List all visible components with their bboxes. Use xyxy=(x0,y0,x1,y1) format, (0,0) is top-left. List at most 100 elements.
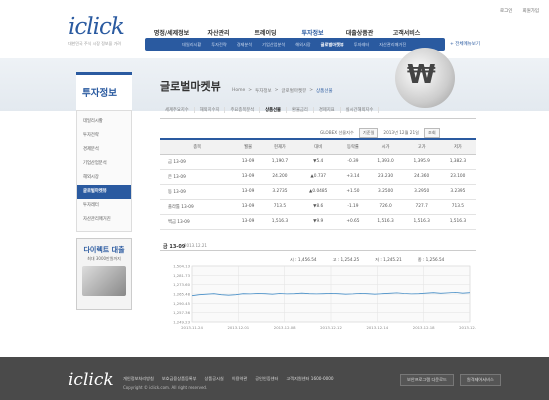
breadcrumb-item[interactable]: Home xyxy=(232,88,245,94)
row-high: 727.7 xyxy=(403,199,440,215)
login-link[interactable]: 로그인 xyxy=(500,8,512,14)
row-low: 3.2395 xyxy=(439,184,476,200)
lnb-item[interactable]: 기업산업분석 xyxy=(257,42,290,48)
footer-copyright: Copyright © iclick.com. All right reserv… xyxy=(123,385,208,390)
sidebar-title: 투자정보 xyxy=(76,72,132,110)
table-row[interactable]: 동 13-09 13-09 3.2735 ▲0.0485 +1.50 3.2500 3.29… xyxy=(160,184,476,200)
lnb-item[interactable]: 해외시장 xyxy=(290,42,315,48)
lnb-item[interactable]: 자산관리매거진 xyxy=(374,42,411,48)
row-change: ▼9.9 xyxy=(298,214,339,230)
sidebar-item[interactable]: 경제분석 xyxy=(77,143,131,157)
sidebar-item[interactable]: 글로벌마켓뷰 xyxy=(77,185,131,199)
row-high: 1,516.3 xyxy=(403,214,440,230)
lnb-item[interactable]: 투자전략 xyxy=(206,42,231,48)
column-header: 등락률 xyxy=(338,138,368,155)
row-low: 1,516.3 xyxy=(439,214,476,230)
footer-link[interactable]: 개인정보처리방침 xyxy=(123,376,154,382)
gnb-item[interactable]: 명정/세제정보 xyxy=(148,28,195,37)
gnb-item[interactable]: 대출상품관 xyxy=(336,28,383,37)
tab[interactable]: 해외지수지 xyxy=(195,107,226,113)
sidebar: 투자정보 데일리시황 투자전략 경제분석 기업산업분석 해외시장 글로벌마켓뷰 투자레터 자산… xyxy=(76,72,132,310)
table-row[interactable]: 백금 13-09 13-09 1,516.3 ▼9.9 +0.65 1,516.3 1,51… xyxy=(160,214,476,230)
footer-link[interactable]: 고객지원센터 1600-0000 xyxy=(286,376,333,382)
breadcrumb-item[interactable]: 투자정보 xyxy=(255,88,272,94)
row-month: 13-09 xyxy=(234,214,262,230)
date-value: 2013년 12월 21일 xyxy=(383,130,419,135)
y-tick-label: 1,281.73 xyxy=(173,273,190,278)
column-header: 시가 xyxy=(367,138,404,155)
loan-banner[interactable]: 다이렉트 대출 최대 3000만원까지 xyxy=(76,238,132,310)
row-month: 13-09 xyxy=(234,169,262,185)
breadcrumb-item[interactable]: 상품선물 xyxy=(316,88,333,94)
banner-subtitle: 최대 3000만원까지 xyxy=(87,256,121,261)
gnb-item[interactable]: 고객서비스 xyxy=(383,28,430,37)
tab[interactable]: 세계주요지수 xyxy=(160,107,195,113)
sidebar-item[interactable]: 해외시장 xyxy=(77,171,131,185)
y-tick-label: 1,265.48 xyxy=(173,292,190,297)
sidebar-item[interactable]: 투자전략 xyxy=(77,129,131,143)
tab[interactable]: 환율금리 xyxy=(287,107,314,113)
page-title: 글로벌마켓뷰 xyxy=(160,80,221,93)
row-month: 13-09 xyxy=(234,154,262,170)
content-tabs: 세계주요지수 해외지수지 주요종목분석 상품선물 환율금리 경제지표 실시간해외지수 xyxy=(160,107,380,113)
breadcrumb-item[interactable]: 글로벌마켓뷰 xyxy=(281,88,306,94)
row-rate: +1.50 xyxy=(338,184,368,200)
search-button[interactable]: 조회 xyxy=(423,128,440,138)
gnb-item[interactable]: 투자정보 xyxy=(289,28,336,37)
sidebar-item[interactable]: 기업산업분석 xyxy=(77,157,131,171)
row-name: 금 13-09 xyxy=(160,154,235,170)
lnb-item[interactable]: 경제분석 xyxy=(232,42,257,48)
breadcrumb: Home > 투자정보 > 글로벌마켓뷰 > 상품선물 xyxy=(232,88,333,94)
gnb-item[interactable]: 자산관리 xyxy=(195,28,242,37)
footer-link[interactable]: 공인인증센터 xyxy=(255,376,278,382)
x-tick-label: 2013.12.14 xyxy=(366,325,388,330)
table-row[interactable]: 금 13-09 13-09 1,190.7 ▼5.4 -0.39 1,393.0 1,395… xyxy=(160,154,476,170)
tab[interactable]: 상품선물 xyxy=(260,107,288,113)
source-label: GLOBEX 선물지수 xyxy=(320,130,354,135)
lnb-item[interactable]: 투자레터 xyxy=(349,42,374,48)
chart-date: 2013.12.21 xyxy=(184,243,207,248)
gnb-item[interactable]: 트레이딩 xyxy=(242,28,289,37)
table-row[interactable]: 은 13-09 13-09 24.200 ▲0.737 +3.14 23.230 24.36… xyxy=(160,169,476,185)
footer-button[interactable]: 보안프로그램 다운로드 xyxy=(400,374,454,386)
sidebar-item[interactable]: 투자레터 xyxy=(77,199,131,213)
row-name: 은 13-09 xyxy=(160,169,235,185)
footer-link[interactable]: 보호금융상품등록부 xyxy=(162,376,197,382)
won-symbol-icon: ₩ xyxy=(407,60,436,90)
column-header: 저가 xyxy=(439,138,476,155)
footer-link[interactable]: 상품공시실 xyxy=(205,376,224,382)
top-links: 로그인 회원가입 xyxy=(500,8,539,14)
x-tick-label: 2013.12.21 xyxy=(459,325,476,330)
column-header: 종목 xyxy=(160,138,235,155)
breadcrumb-separator: > xyxy=(274,88,279,93)
footer-logo: iclick xyxy=(68,370,114,390)
y-tick-label: 1,504.13 xyxy=(173,264,190,269)
tab[interactable]: 주요종목분석 xyxy=(225,107,261,113)
chart-title: 금 13-09 xyxy=(163,244,186,250)
global-nav: 명정/세제정보 자산관리 트레이딩 투자정보 대출상품관 고객서비스 xyxy=(148,28,430,37)
row-change: ▲0.0485 xyxy=(298,184,339,200)
tab[interactable]: 실시간해외지수 xyxy=(341,107,380,113)
x-tick-label: 2013.12.01 xyxy=(227,325,249,330)
row-low: 713.5 xyxy=(439,199,476,215)
join-link[interactable]: 회원가입 xyxy=(522,8,539,14)
sidebar-item[interactable]: 자산관리매거진 xyxy=(77,213,131,227)
table-row[interactable]: 플라튬 13-09 13-09 713.5 ▼8.6 -1.19 726.0 727.7 71… xyxy=(160,199,476,215)
y-tick-label: 1,257.36 xyxy=(173,310,190,315)
column-header: 월물 xyxy=(234,138,262,155)
y-tick-label: 1,249.23 xyxy=(173,320,190,325)
logo[interactable]: iclick xyxy=(68,14,125,40)
column-header: 고가 xyxy=(403,138,440,155)
sidebar-item[interactable]: 데일리시황 xyxy=(77,115,131,129)
footer-link[interactable]: 이용약관 xyxy=(232,376,247,382)
date-button[interactable]: 기준일 xyxy=(358,128,379,138)
x-tick-label: 2013.12.12 xyxy=(320,325,342,330)
lnb-item[interactable]: 글로벌마켓뷰 xyxy=(316,42,349,48)
price-chart: 1,504.13 1,281.73 1,273.60 1,265.48 1,290.45… xyxy=(173,264,476,331)
tab[interactable]: 경제지표 xyxy=(314,107,341,113)
lnb-item[interactable]: 데일리시황 xyxy=(177,42,206,48)
row-low: 23.100 xyxy=(439,169,476,185)
all-menu-link[interactable]: + 전체메뉴보기 xyxy=(450,41,480,47)
footer-button[interactable]: 원격제어서비스 xyxy=(459,374,501,386)
row-price: 1,516.3 xyxy=(261,214,299,230)
